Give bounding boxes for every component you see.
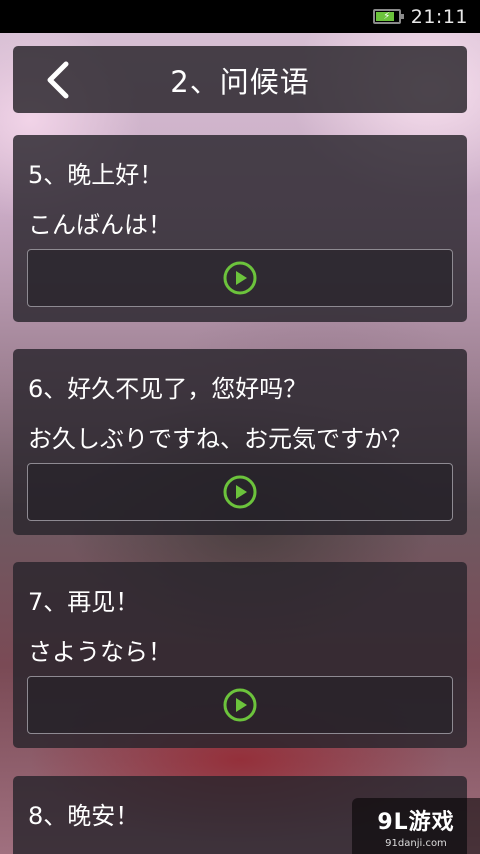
phrase-japanese: おやすみなさい！ — [28, 846, 220, 854]
play-circle-icon — [223, 688, 257, 722]
back-button[interactable] — [37, 60, 77, 100]
watermark-brand: 9L游戏 — [377, 809, 455, 835]
phrase-card: 7、再见！ さようなら！ — [13, 562, 467, 748]
watermark-logo: 9L游戏 91danji.com — [352, 798, 480, 854]
header-bar: 2、问候语 — [13, 46, 467, 113]
play-circle-icon — [223, 261, 257, 295]
play-audio-button[interactable] — [27, 463, 453, 521]
charging-bolt-icon: ⚡ — [383, 10, 391, 22]
status-bar: ⚡ 21:11 — [0, 0, 480, 33]
app-screen: ⚡ 21:11 2、问候语 5、晚上好！ こんばんは！ 6、好久不见了，您好吗？… — [0, 0, 480, 854]
phrase-card: 5、晚上好！ こんばんは！ — [13, 135, 467, 322]
phrase-chinese: 7、再见！ — [28, 588, 140, 616]
watermark-url: 91danji.com — [385, 837, 447, 849]
phrase-card: 6、好久不见了，您好吗？ お久しぶりですね、お元気ですか？ — [13, 349, 467, 535]
play-audio-button[interactable] — [27, 249, 453, 307]
status-time: 21:11 — [410, 5, 468, 28]
battery-charging-icon: ⚡ — [372, 9, 404, 24]
play-circle-icon — [223, 475, 257, 509]
play-audio-button[interactable] — [27, 676, 453, 734]
phrase-chinese: 5、晚上好！ — [28, 161, 164, 189]
phrase-chinese: 8、晚安！ — [28, 802, 140, 830]
phrase-japanese: お久しぶりですね、お元気ですか？ — [28, 425, 412, 453]
phrase-chinese: 6、好久不见了，您好吗？ — [28, 375, 308, 403]
phrase-japanese: こんばんは！ — [28, 211, 172, 239]
phrase-japanese: さようなら！ — [28, 638, 172, 666]
page-title: 2、问候语 — [170, 64, 310, 99]
chevron-left-icon — [47, 61, 69, 99]
